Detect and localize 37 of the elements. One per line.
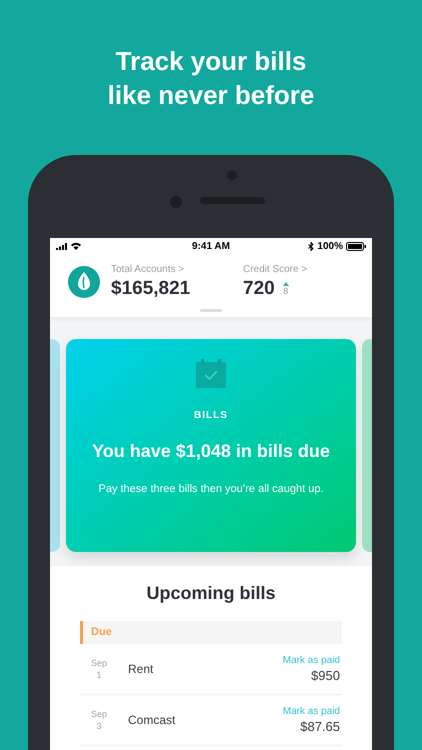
card-title: You have $1,048 in bills due xyxy=(92,440,330,463)
credit-score-change: 8 xyxy=(283,286,288,296)
battery-percent: 100% xyxy=(317,240,343,254)
bill-day: 1 xyxy=(96,669,102,681)
credit-score-link[interactable]: Credit Score > xyxy=(243,262,308,277)
due-label: Due xyxy=(91,625,112,640)
wifi-icon xyxy=(71,242,81,250)
drag-handle[interactable] xyxy=(200,309,222,312)
bill-amount: $87.65 xyxy=(300,718,340,735)
bill-name: Comcast xyxy=(128,712,176,729)
mark-as-paid-link[interactable]: Mark as paid xyxy=(282,654,340,667)
credit-score-value: 720 xyxy=(243,277,275,301)
bill-amount: $950 xyxy=(311,667,340,684)
card-label: BILLS xyxy=(194,409,228,423)
up-arrow-icon xyxy=(282,282,289,286)
bill-month: Sep xyxy=(90,708,107,720)
headline: like never before xyxy=(108,79,314,112)
bill-day: 3 xyxy=(96,720,102,732)
drop-logo-icon xyxy=(68,266,100,298)
bill-month: Sep xyxy=(90,657,107,669)
total-accounts-link[interactable]: Total Accounts > xyxy=(111,262,243,277)
card-subtitle: Pay these three bills then you’re all caught up. xyxy=(98,482,324,497)
bill-row[interactable]: Sep 1 Rent Mark as paid $950 xyxy=(80,644,342,695)
next-card[interactable] xyxy=(362,339,372,552)
bluetooth-icon xyxy=(308,242,314,250)
bill-row[interactable]: Sep 3 Comcast Mark as paid $87.65 xyxy=(80,695,342,746)
bill-name: Rent xyxy=(128,661,154,678)
calendar-check-icon xyxy=(196,359,226,388)
battery-icon xyxy=(346,242,366,250)
upcoming-title: Upcoming bills xyxy=(146,582,276,605)
mark-as-paid-link[interactable]: Mark as paid xyxy=(282,705,340,718)
total-accounts-value: $165,821 xyxy=(111,277,192,301)
previous-card[interactable] xyxy=(50,339,60,552)
bills-card[interactable]: BILLS You have $1,048 in bills due Pay these three bills then you’re all caught up. xyxy=(66,339,356,552)
headline: Track your bills xyxy=(116,45,306,78)
status-time: 9:41 AM xyxy=(192,240,230,254)
signal-icon xyxy=(56,242,68,250)
